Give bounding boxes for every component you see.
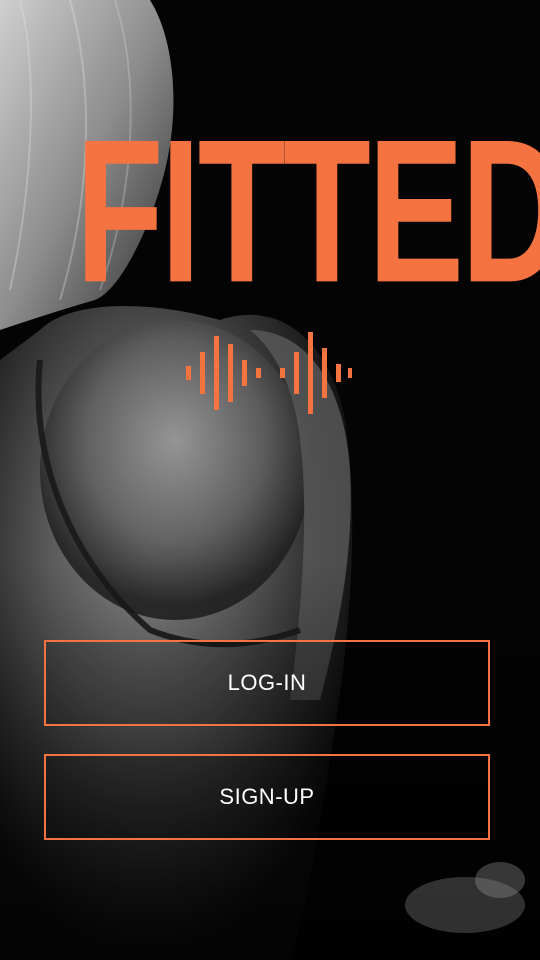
login-button-label: LOG-IN: [227, 670, 307, 695]
signup-button-label: SIGN-UP: [219, 784, 315, 809]
app-logo-wordmark: FITTED: [75, 97, 540, 326]
login-button[interactable]: LOG-IN: [44, 640, 490, 726]
sound-wave-icon: [186, 332, 352, 414]
signup-button[interactable]: SIGN-UP: [44, 754, 490, 840]
welcome-screen: FITTED LOG-IN SIGN-UP: [0, 0, 540, 960]
